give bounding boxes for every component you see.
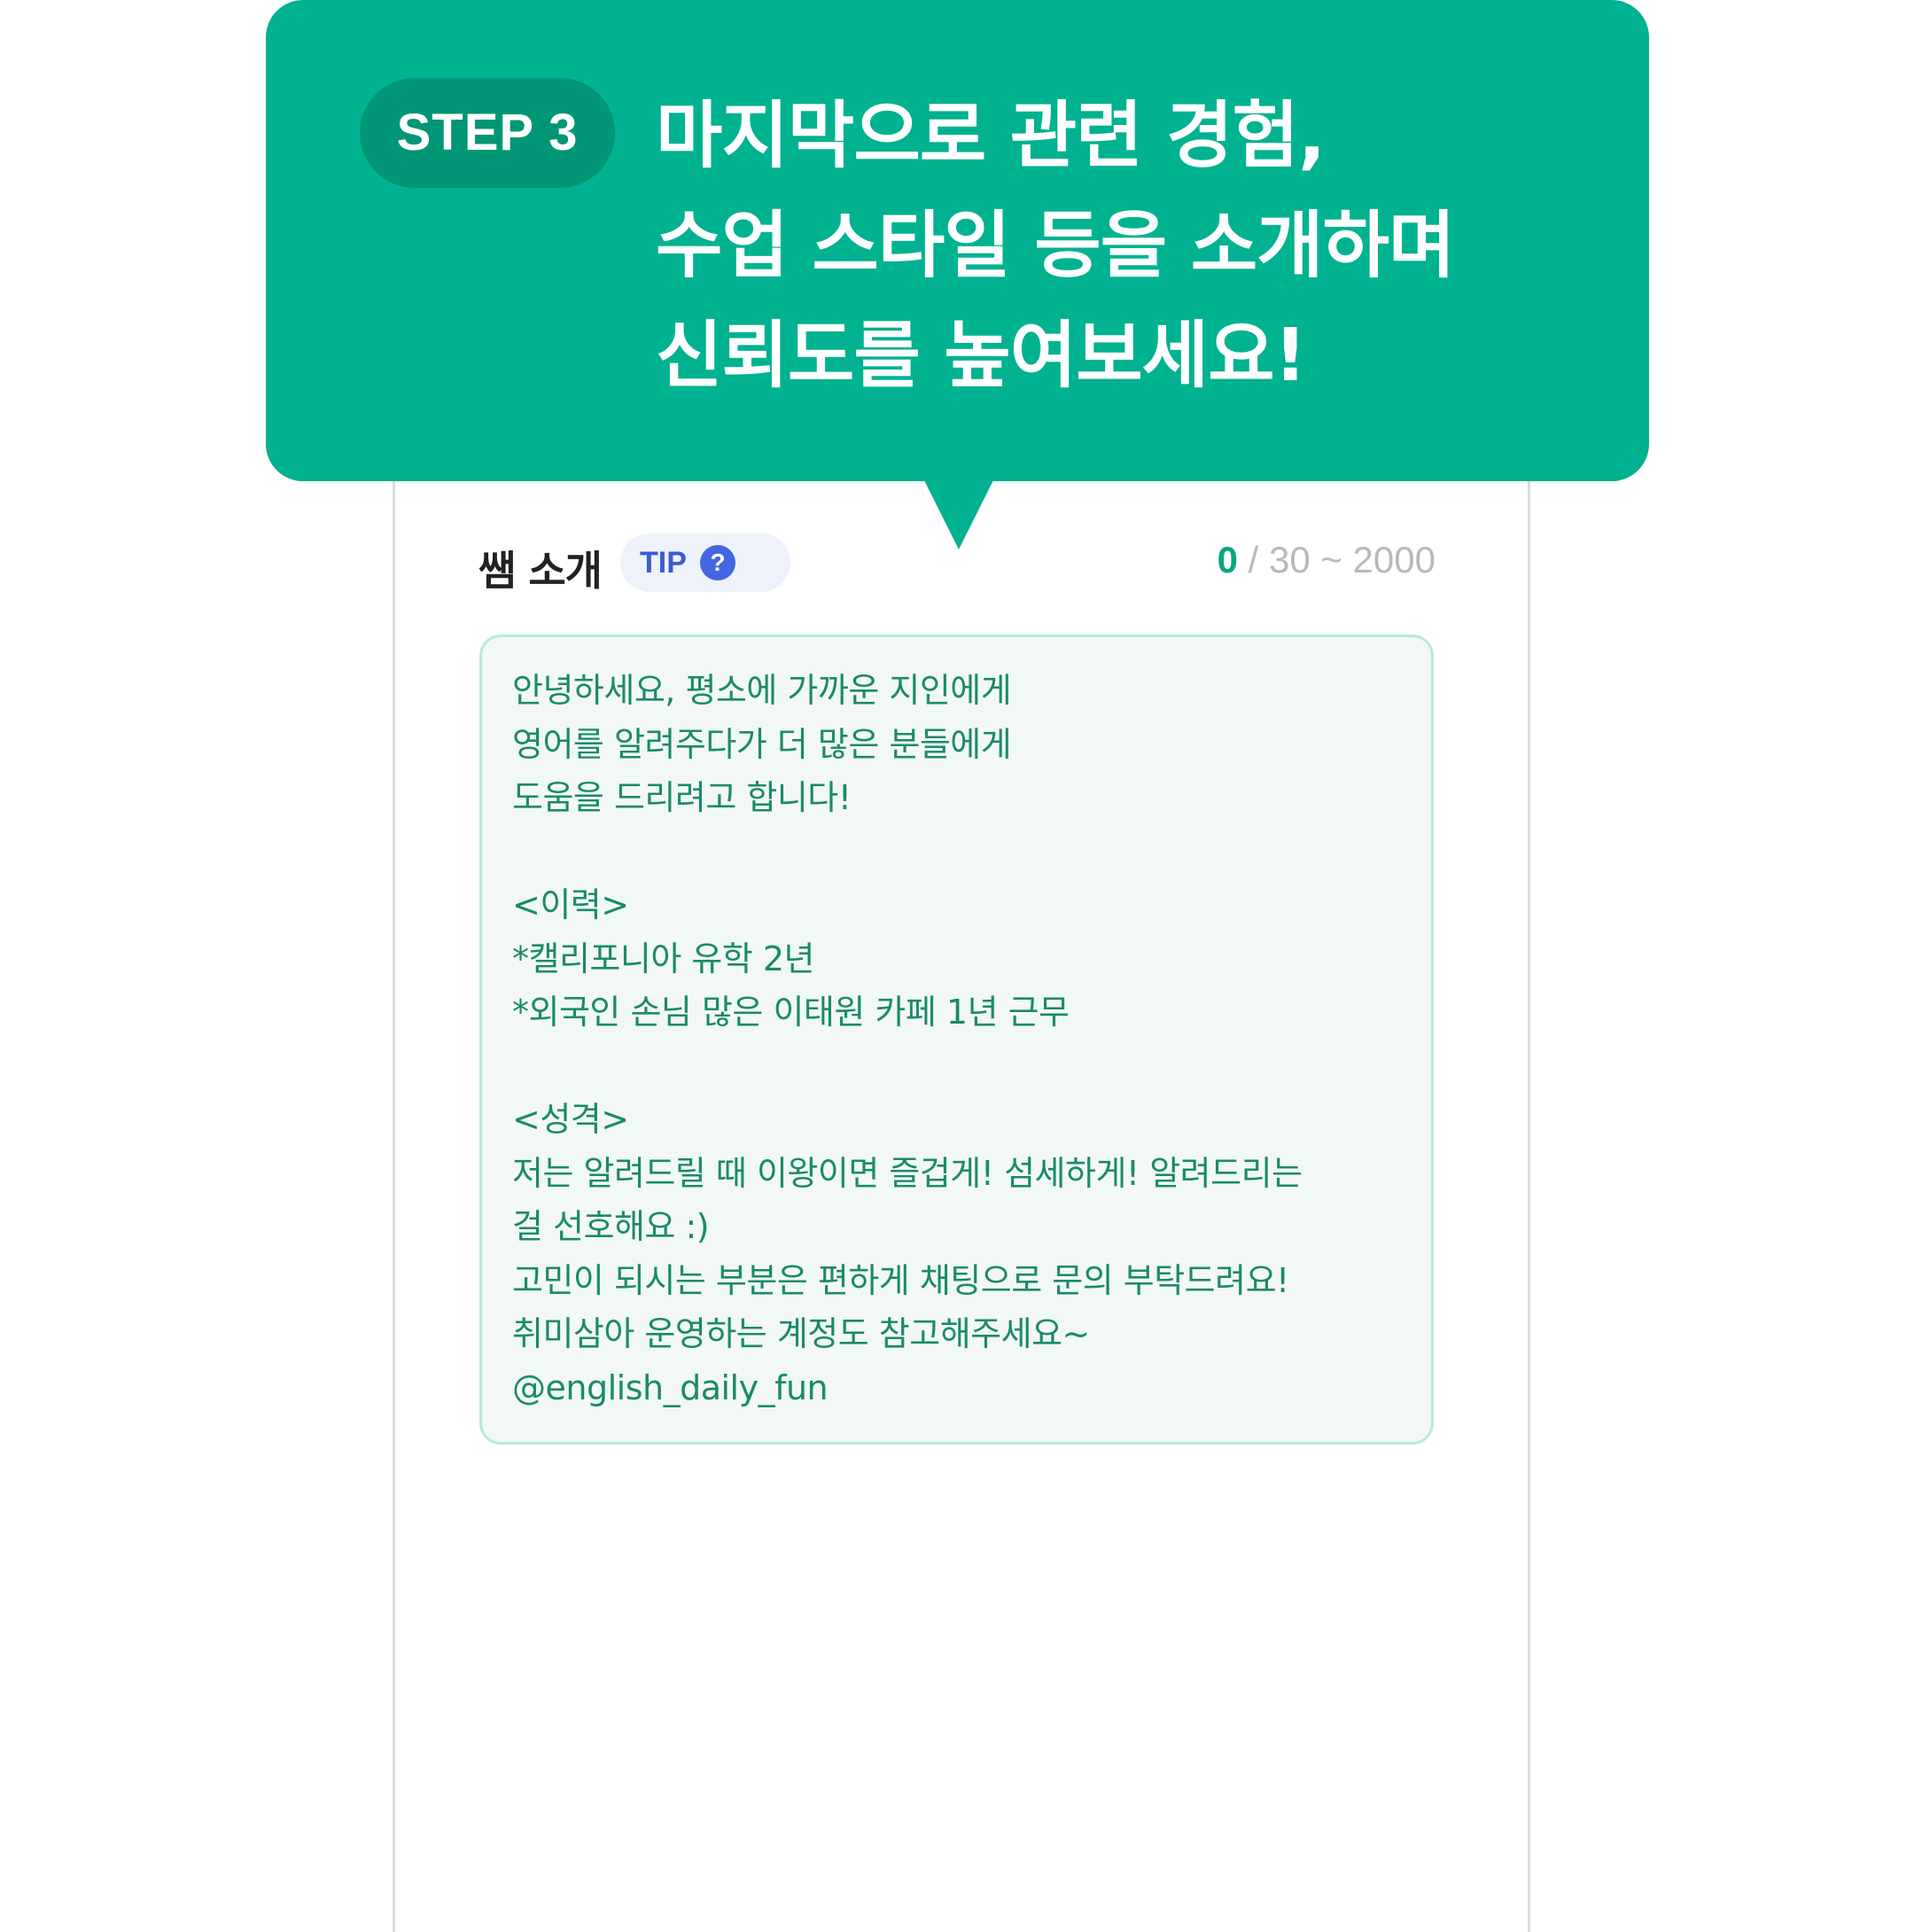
text-line: *외국인 손님 많은 이태원 카페 1년 근무	[512, 993, 1070, 1032]
text-line: 안녕하세요, 평소에 가까운 지인에게	[512, 671, 1012, 710]
intro-textarea[interactable]: 안녕하세요, 평소에 가까운 지인에게 영어를 알려주다가 더 많은 분들에게 …	[479, 635, 1434, 1445]
text-line: <성격>	[512, 1100, 629, 1139]
character-counter: 0 / 30 ~ 2000	[1218, 539, 1436, 581]
tip-label: TIP	[640, 546, 687, 580]
character-limit: / 30 ~ 2000	[1248, 539, 1436, 580]
text-line: <이력>	[512, 885, 629, 924]
step-callout-banner: STEP 3 마지막으로 관련 경험, 수업 스타일 등을 소개하며 신뢰도를 …	[266, 0, 1649, 481]
text-line: 도움을 드리려고 합니다!	[512, 778, 852, 817]
headline-line: 마지막으로 관련 경험,	[656, 94, 1326, 178]
text-line	[512, 1040, 1404, 1094]
text-line: @english_daily_fun	[512, 1367, 829, 1407]
text-line: 걸 선호해요 :)	[512, 1207, 710, 1246]
text-line: 영어를 알려주다가 더 많은 분들에게	[512, 724, 1012, 764]
tip-button[interactable]: TIP ?	[620, 534, 790, 592]
question-circle-icon: ?	[700, 545, 735, 580]
text-line: *캘리포니아 유학 2년	[512, 939, 815, 978]
step-badge: STEP 3	[360, 78, 615, 188]
character-count: 0	[1217, 539, 1238, 580]
text-line: 저는 알려드릴 때 이왕이면 즐겁게! 섬세하게! 알려드리는	[512, 1153, 1303, 1193]
headline-line: 수업 스타일 등을 소개하며	[656, 204, 1455, 288]
field-label: 쌤 소개	[478, 547, 603, 595]
text-line: 취미삼아 운영하는 계정도 참고해주세요~	[512, 1314, 1090, 1353]
headline-line: 신뢰도를 높여보세요!	[656, 314, 1307, 398]
callout-headline: 마지막으로 관련 경험, 수업 스타일 등을 소개하며 신뢰도를 높여보세요!	[656, 82, 1630, 411]
text-line: 고민이 되시는 부분은 편하게 채팅으로 문의 부탁드려요!	[512, 1260, 1289, 1300]
text-line	[512, 825, 1404, 879]
callout-pointer	[923, 479, 994, 549]
